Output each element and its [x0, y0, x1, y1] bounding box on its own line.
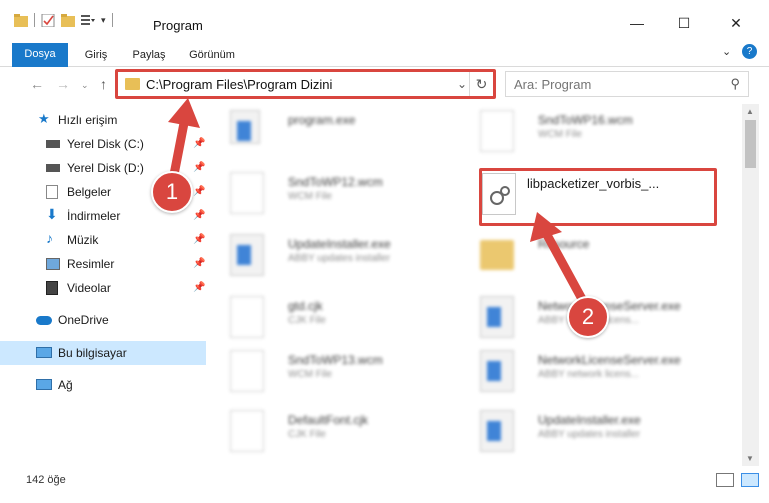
status-bar: 142 öğe: [0, 466, 769, 503]
callout-badge-2: 2: [567, 296, 609, 338]
large-icons-view-icon[interactable]: [741, 473, 759, 487]
item-count: 142 öğe: [26, 474, 66, 486]
callout-arrows: [167, 98, 593, 315]
callout-badge-1: 1: [151, 171, 193, 213]
details-view-icon[interactable]: [716, 473, 734, 487]
